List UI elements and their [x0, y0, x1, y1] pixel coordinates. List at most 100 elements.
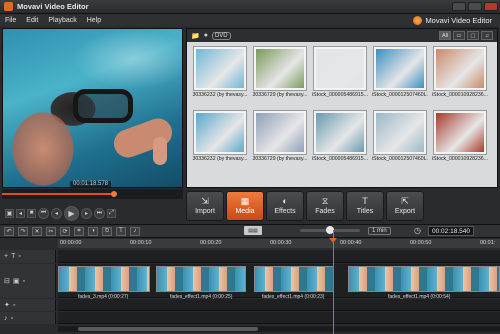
mute-audio-icon[interactable]: ▫: [11, 315, 13, 322]
window-title: Movavi Video Editor: [17, 2, 89, 11]
media-thumbnail[interactable]: iStock_000012507460L...: [371, 111, 429, 169]
storyboard-toggle[interactable]: ▤▤: [244, 226, 262, 235]
tab-media[interactable]: ▦ Media: [226, 191, 264, 221]
filter-photo-icon[interactable]: ▢: [467, 31, 479, 40]
video-preview[interactable]: [2, 28, 183, 188]
menu-playback[interactable]: Playback: [48, 17, 76, 24]
speed-icon[interactable]: ⏲: [102, 226, 112, 236]
volume-icon[interactable]: ◂: [16, 208, 25, 218]
hide-track-icon[interactable]: ▫: [23, 278, 25, 285]
media-thumbnail[interactable]: iStock_000010928236...: [431, 111, 489, 169]
crop-icon[interactable]: ⌗: [74, 226, 84, 236]
video-track[interactable]: fades_3.mp4 (0:00:27) fades_effect1.mp4 …: [58, 264, 500, 300]
playback-controls: ▣ ◂ ■ ⏮ ◂ ▶ ▸ ⏭ ⤢: [2, 205, 183, 221]
media-thumbnail[interactable]: iStock_000012507460L...: [371, 47, 429, 105]
tab-effects[interactable]: ◐ Effects: [266, 191, 304, 221]
preview-timecode: 00:01:18.578: [70, 181, 112, 187]
title-track-icon: T: [11, 253, 16, 260]
title-track[interactable]: [58, 250, 500, 263]
menu-file[interactable]: File: [5, 17, 16, 24]
filter-video-icon[interactable]: ▭: [453, 31, 465, 40]
delete-icon[interactable]: ✕: [32, 226, 42, 236]
media-library-panel: 📁 ● DVD All ▭ ▢ ♫ 30336232 (by thevasy..…: [186, 28, 498, 188]
ruler-tick-label: 00:00:30: [270, 240, 292, 246]
stop-icon[interactable]: ■: [27, 208, 36, 218]
close-button[interactable]: [484, 2, 498, 11]
audio-track-header: ♪ ▫: [0, 312, 56, 324]
ruler-tick-label: 00:00:10: [130, 240, 152, 246]
time-ruler[interactable]: 00:00:00 00:00:10 00:00:20 00:00:30 00:00:40…: [58, 239, 500, 248]
tab-import[interactable]: ⇲ Import: [186, 191, 224, 221]
zoom-slider[interactable]: [300, 226, 360, 234]
tab-fades[interactable]: ⧖ Fades: [306, 191, 344, 221]
to-start-icon[interactable]: ⏮: [38, 207, 49, 219]
video-clip[interactable]: [348, 266, 500, 292]
media-thumbnail[interactable]: 30336232 (by thevasy...: [191, 47, 249, 105]
menu-edit[interactable]: Edit: [26, 17, 38, 24]
preview-diving-mask: [73, 89, 133, 123]
redo-icon[interactable]: ↷: [18, 226, 28, 236]
play-button[interactable]: ▶: [64, 205, 79, 221]
audio-track[interactable]: [58, 312, 500, 324]
mute-track-icon[interactable]: ▫: [18, 253, 20, 260]
video-clip[interactable]: [156, 266, 246, 292]
video-track-header: ⊟ ▣ ▫: [0, 264, 56, 298]
media-thumbnail[interactable]: iStock_000010928236...: [431, 47, 489, 105]
record-icon[interactable]: ●: [204, 32, 208, 39]
ruler-tick-label: 00:00:50: [410, 240, 432, 246]
audio-icon[interactable]: ♪: [130, 226, 140, 236]
media-thumbnail-image: [374, 111, 426, 154]
app-icon: [4, 2, 13, 11]
tab-label: Titles: [356, 208, 374, 215]
undo-icon[interactable]: ↶: [4, 226, 14, 236]
fullscreen-icon[interactable]: ⤢: [107, 208, 116, 218]
playhead-handle[interactable]: [329, 238, 337, 243]
video-clip[interactable]: [254, 266, 334, 292]
media-thumbnail[interactable]: 30336729 (by thevasy...: [251, 47, 309, 105]
split-icon[interactable]: ✂: [46, 226, 56, 236]
media-thumbnail-caption: 30336729 (by thevasy...: [252, 156, 308, 162]
music-track-icon: ♪: [4, 314, 8, 322]
media-thumbnail-caption: iStock_000005486915...: [312, 92, 368, 98]
tab-label: Import: [195, 208, 215, 215]
rotate-icon[interactable]: ⟳: [60, 226, 70, 236]
ruler-tick-label: 00:01:: [480, 240, 496, 246]
tab-label: Fades: [315, 208, 335, 215]
folder-icon[interactable]: 📁: [191, 32, 200, 40]
step-back-icon[interactable]: ◂: [51, 207, 62, 219]
media-thumbnail[interactable]: iStock_000005486915...: [311, 47, 369, 105]
scrollbar-thumb[interactable]: [78, 327, 258, 331]
fades-icon: ⧖: [321, 196, 329, 206]
scrubber-handle[interactable]: [111, 191, 118, 197]
clock-icon: ◷: [414, 226, 421, 235]
media-thumbnail[interactable]: 30336729 (by thevasy...: [251, 111, 309, 169]
media-thumbnail-image: [314, 47, 366, 90]
video-clip[interactable]: [58, 266, 150, 292]
zoom-scale-label: 1 min: [368, 227, 391, 235]
media-thumbnail[interactable]: 30336232 (by thevasy...: [191, 111, 249, 169]
filter-audio-icon[interactable]: ♫: [481, 31, 493, 40]
effects-track[interactable]: [58, 299, 500, 311]
maximize-button[interactable]: [468, 2, 482, 11]
filter-all-button[interactable]: All: [439, 31, 451, 40]
mute-fx-icon[interactable]: ▫: [13, 302, 15, 309]
media-thumbnail-caption: 30336232 (by thevasy...: [192, 156, 248, 162]
lock-track-icon[interactable]: ⊟: [4, 277, 10, 285]
media-thumbnail-image: [254, 111, 306, 154]
tab-export[interactable]: ⇱ Export: [386, 191, 424, 221]
color-icon[interactable]: ◑: [88, 226, 98, 236]
dvd-button[interactable]: DVD: [211, 31, 231, 40]
function-tabs: ⇲ Import ▦ Media ◐ Effects ⧖ Fades T Titles ⇱ Expor…: [186, 191, 498, 221]
text-icon[interactable]: T: [116, 226, 126, 236]
playhead[interactable]: [333, 230, 334, 334]
tab-titles[interactable]: T Titles: [346, 191, 384, 221]
preview-scrubber[interactable]: [2, 189, 183, 199]
menu-help[interactable]: Help: [87, 17, 101, 24]
step-forward-icon[interactable]: ▸: [81, 207, 92, 219]
media-thumbnail[interactable]: iStock_000005486915...: [311, 111, 369, 169]
minimize-button[interactable]: [452, 2, 466, 11]
timeline-scrollbar[interactable]: [58, 326, 500, 332]
add-track-icon[interactable]: +: [4, 253, 8, 260]
to-end-icon[interactable]: ⏭: [94, 207, 105, 219]
snapshot-icon[interactable]: ▣: [5, 208, 14, 218]
